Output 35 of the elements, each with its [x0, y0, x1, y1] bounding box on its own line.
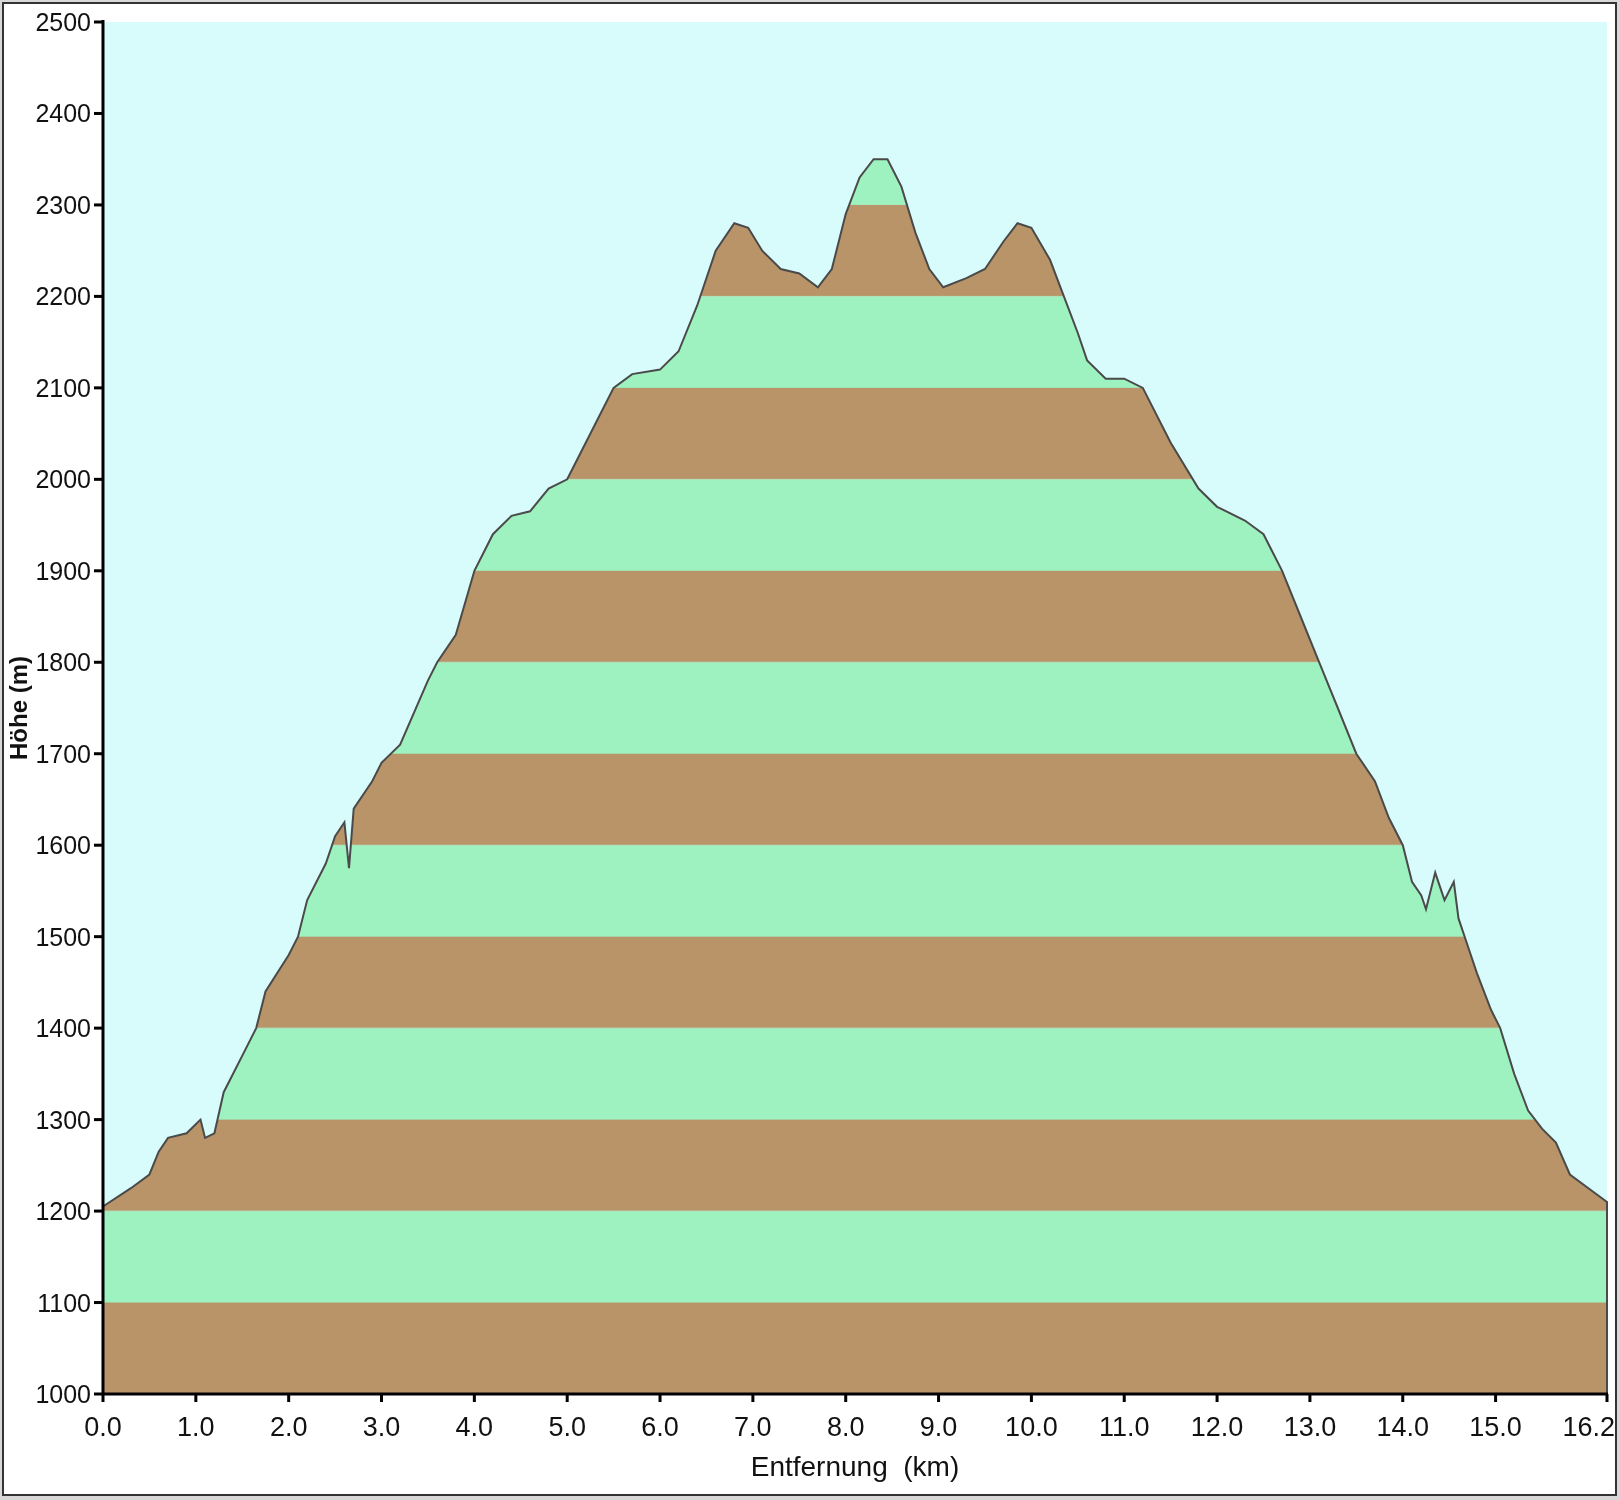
x-axis-title: Entfernung (km) [750, 1451, 960, 1482]
y-tick-label: 1200 [35, 1197, 91, 1226]
x-tick-label: 5.0 [548, 1412, 586, 1442]
x-tick-label: 16.2 [1562, 1412, 1615, 1442]
y-tick-label: 2500 [35, 8, 91, 36]
y-tick-label: 1900 [35, 556, 91, 585]
x-tick-label: 13.0 [1283, 1412, 1337, 1442]
x-tick-label: 12.0 [1190, 1412, 1244, 1442]
y-tick-label: 1700 [35, 739, 91, 768]
x-tick-label: 9.0 [919, 1412, 958, 1442]
y-tick-label: 2200 [35, 282, 91, 311]
x-tick-label: 0.0 [84, 1412, 122, 1442]
x-tick-label: 8.0 [826, 1412, 865, 1442]
x-tick-label: 11.0 [1098, 1412, 1150, 1442]
y-axis-title: Höhe (m) [5, 656, 32, 760]
x-tick-label: 4.0 [455, 1412, 494, 1442]
x-tick-label: 1.0 [177, 1412, 215, 1442]
y-tick-label: 1000 [35, 1380, 91, 1408]
y-tick-label: 1300 [35, 1105, 91, 1134]
y-tick-label: 1400 [35, 1014, 91, 1043]
x-tick-label: 6.0 [641, 1412, 679, 1442]
y-tick-label: 2100 [35, 373, 91, 402]
y-tick-label: 1600 [35, 831, 91, 860]
y-tick-label: 2300 [35, 190, 91, 219]
y-tick-label: 1500 [35, 922, 91, 951]
x-tick-label: 2.0 [269, 1412, 308, 1442]
y-tick-label: 1100 [37, 1288, 91, 1317]
y-tick-label: 1800 [35, 648, 91, 677]
x-tick-label: 3.0 [362, 1412, 401, 1442]
x-tick-label: 10.0 [1005, 1412, 1058, 1442]
x-tick-label: 14.0 [1376, 1412, 1430, 1442]
y-tick-label: 2400 [35, 99, 91, 128]
x-tick-label: 7.0 [734, 1412, 772, 1442]
x-tick-label: 15.0 [1469, 1412, 1522, 1442]
y-tick-label: 2000 [35, 465, 91, 494]
